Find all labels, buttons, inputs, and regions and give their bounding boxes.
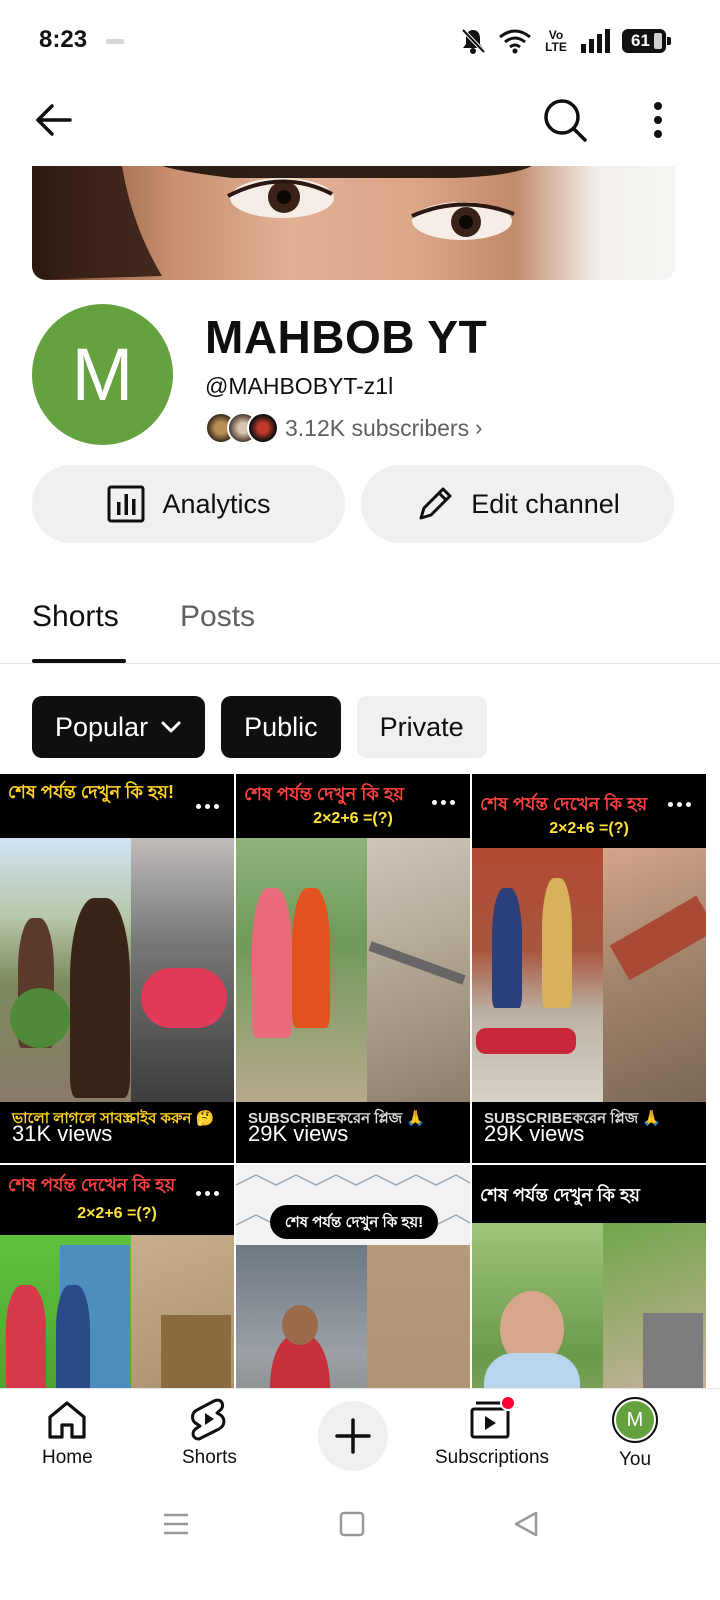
short-image [0, 1235, 234, 1388]
sort-popular-chip[interactable]: Popular [32, 696, 206, 758]
more-options-icon[interactable] [668, 802, 692, 808]
short-views: 29K views [484, 1121, 585, 1146]
more-vertical-icon [654, 102, 662, 138]
nav-you-label: You [618, 1449, 652, 1470]
more-options-button[interactable] [640, 94, 676, 146]
tab-posts[interactable]: Posts [180, 600, 255, 634]
nav-home-label: Home [42, 1447, 93, 1468]
channel-handle: @MAHBOBYT-z1l [205, 373, 394, 399]
subscriber-count: 3.12K subscribers [285, 414, 470, 441]
signal-icon [581, 29, 610, 53]
short-title-overlay: শেষ পর্যন্ত দেখুন কি হয় [480, 1185, 641, 1205]
more-options-icon[interactable] [196, 1191, 220, 1197]
system-navigation-bar [0, 1490, 720, 1600]
battery-icon: 61 [622, 29, 671, 53]
home-square-icon[interactable] [338, 1510, 366, 1538]
short-title-overlay: শেষ পর্যন্ত দেখুন কি হয়! [284, 1214, 424, 1231]
back-button[interactable] [30, 98, 78, 142]
banner-image [32, 166, 532, 280]
short-title-overlay: শেষ পর্যন্ত দেখেন কি হয় [8, 1175, 176, 1195]
filter-chips: Popular Public Private [32, 696, 487, 758]
shorts-grid: শেষ পর্যন্ত দেখুন কি হয়! ভালো লাগলে সাব… [0, 774, 706, 1388]
more-options-icon[interactable] [196, 804, 220, 810]
channel-name: MAHBOB YT [205, 311, 488, 363]
back-triangle-icon[interactable] [512, 1510, 540, 1538]
short-image [472, 1223, 706, 1388]
pencil-icon [419, 487, 452, 520]
nav-subscriptions-label: Subscriptions [435, 1447, 550, 1468]
short-views: 29K views [248, 1121, 349, 1146]
nav-shorts-label: Shorts [182, 1447, 237, 1468]
subscriptions-icon [470, 1397, 517, 1439]
status-icons: Vo LTE 61 [460, 26, 671, 56]
top-app-bar [0, 84, 720, 156]
plus-icon [335, 1418, 371, 1454]
arrow-left-icon [36, 104, 72, 136]
short-thumbnail[interactable]: শেষ পর্যন্ত দেখেন কি হয় 2×2+6 =(?) SUBS… [472, 774, 706, 1163]
short-title-overlay: শেষ পর্যন্ত দেখেন কি হয় [480, 794, 648, 814]
short-thumbnail[interactable]: শেষ পর্যন্ত দেখুন কি হয়! ভালো লাগলে সাব… [0, 774, 234, 1163]
status-bar: 8:23 Vo LTE 61 [0, 0, 720, 84]
short-title-overlay: শেষ পর্যন্ত দেখুন কি হয়! [8, 782, 174, 802]
home-icon [48, 1401, 86, 1439]
tab-active-indicator [32, 659, 126, 663]
nav-subscriptions[interactable]: Subscriptions [435, 1397, 549, 1469]
short-subtitle-overlay: 2×2+6 =(?) [549, 820, 629, 837]
search-icon [544, 99, 587, 142]
edit-channel-label: Edit channel [471, 488, 620, 519]
short-views: 31K views [12, 1121, 113, 1146]
status-time: 8:23 [39, 26, 88, 53]
analytics-icon [107, 485, 145, 523]
short-subtitle-overlay: 2×2+6 =(?) [313, 810, 393, 827]
short-title-overlay: শেষ পর্যন্ত দেখুন কি হয় [244, 784, 405, 804]
short-subtitle-overlay: 2×2+6 =(?) [77, 1205, 157, 1222]
recent-apps-icon[interactable] [162, 1510, 190, 1538]
mute-bell-icon [461, 28, 486, 54]
more-options-icon[interactable] [432, 800, 456, 806]
chevron-right-icon: › [475, 415, 483, 440]
channel-banner[interactable] [32, 166, 675, 280]
volte-indicator: Vo LTE [545, 28, 567, 54]
short-image [236, 838, 470, 1102]
nav-you[interactable]: M You [612, 1397, 658, 1471]
sort-label: Popular [55, 711, 149, 742]
subscribers-row[interactable]: 3.12K subscribers › [205, 410, 482, 446]
public-chip[interactable]: Public [221, 696, 341, 758]
edit-channel-button[interactable]: Edit channel [361, 465, 674, 543]
short-thumbnail[interactable]: শেষ পর্যন্ত দেখুন কি হয়! [236, 1165, 470, 1388]
channel-tabs: Shorts Posts [0, 578, 720, 664]
chevron-down-icon [161, 721, 181, 733]
nav-shorts[interactable]: Shorts [182, 1397, 237, 1469]
short-thumbnail[interactable]: শেষ পর্যন্ত দেখুন কি হয় [472, 1165, 706, 1388]
channel-avatar[interactable]: M [32, 304, 173, 445]
you-avatar: M [612, 1397, 658, 1443]
short-image [0, 838, 234, 1102]
short-image [236, 1245, 470, 1388]
short-image [472, 848, 706, 1102]
subscriber-avatar [247, 412, 279, 444]
tab-shorts[interactable]: Shorts [32, 600, 119, 634]
private-chip[interactable]: Private [356, 696, 487, 758]
shorts-icon [191, 1398, 226, 1441]
battery-level: 61 [631, 31, 650, 50]
notification-indicator-icon [106, 39, 124, 44]
analytics-button[interactable]: Analytics [32, 465, 345, 543]
short-thumbnail[interactable]: শেষ পর্যন্ত দেখুন কি হয় 2×2+6 =(?) SUBS… [236, 774, 470, 1163]
bottom-navigation: Home Shorts Subscriptions M You [0, 1388, 720, 1486]
search-button[interactable] [538, 94, 592, 146]
analytics-label: Analytics [162, 488, 271, 519]
nav-home[interactable]: Home [42, 1397, 93, 1469]
subscriber-avatars [205, 411, 279, 445]
you-avatar-letter: M [616, 1401, 654, 1439]
short-thumbnail[interactable]: শেষ পর্যন্ত দেখেন কি হয় 2×2+6 =(?) [0, 1165, 234, 1388]
create-button[interactable] [318, 1401, 388, 1471]
wifi-icon [499, 29, 531, 54]
